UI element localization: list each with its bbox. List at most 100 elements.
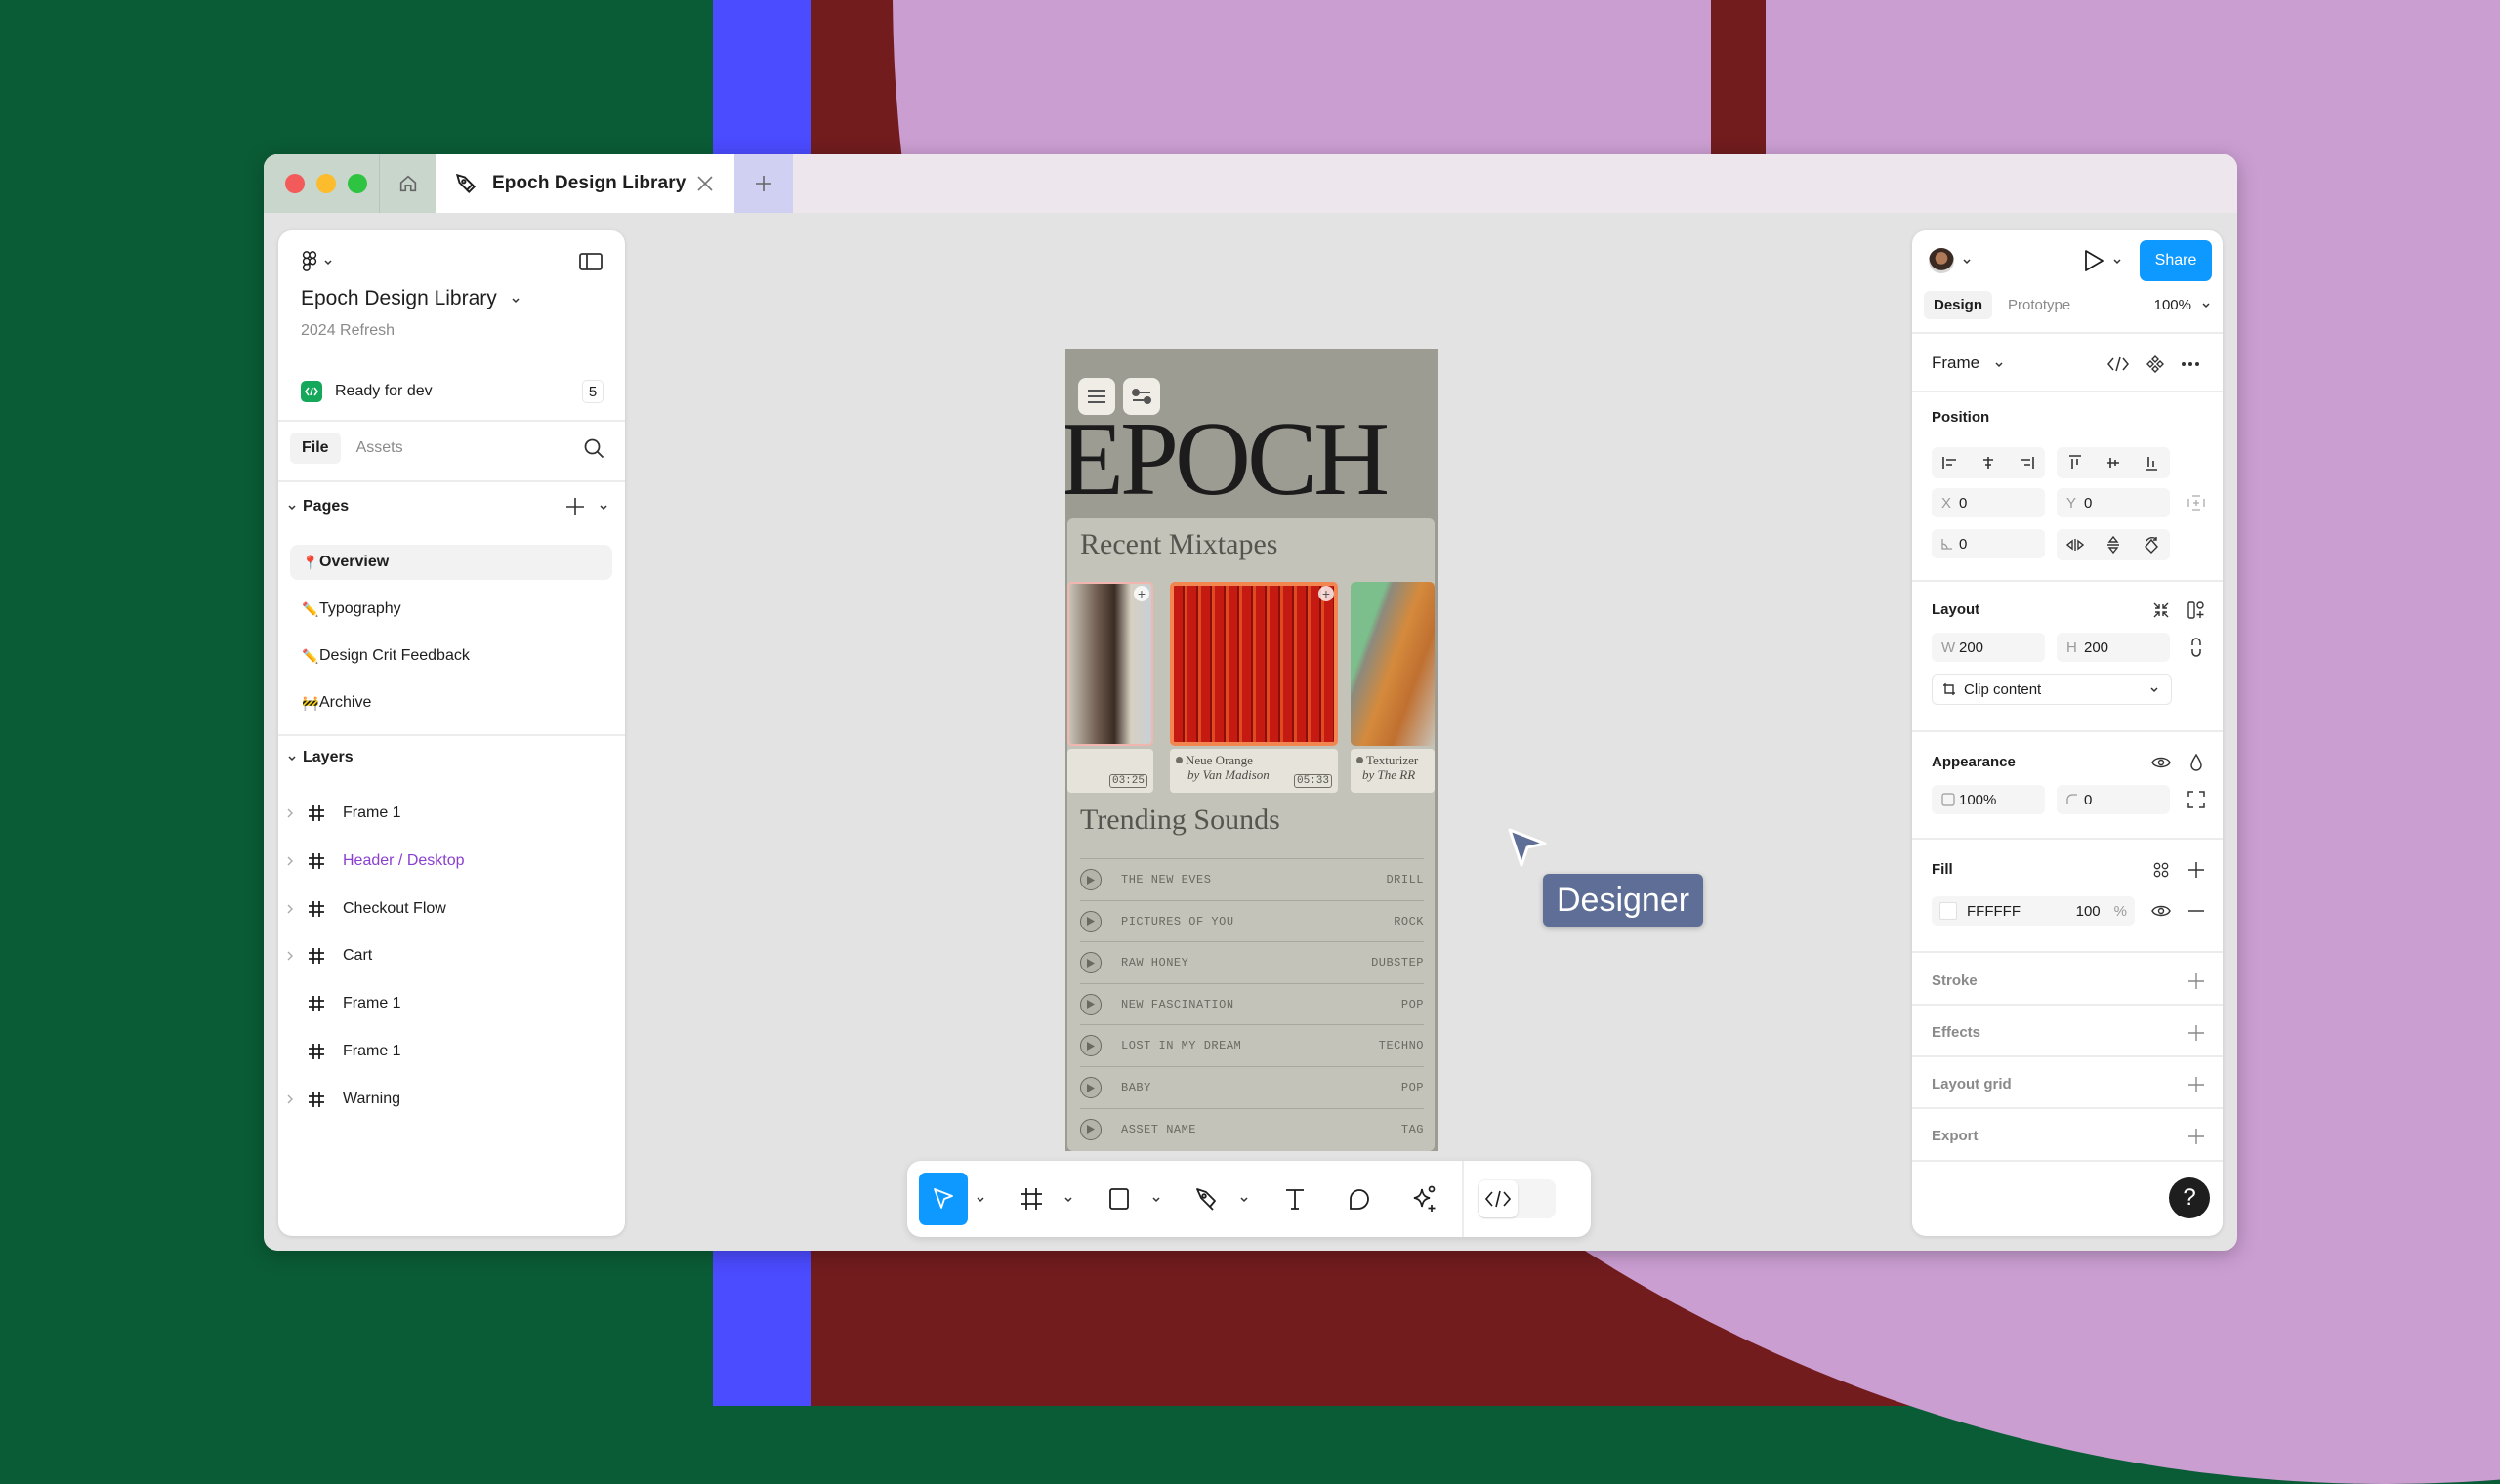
tab-design[interactable]: Design	[1924, 290, 1993, 319]
add-export-button[interactable]	[2186, 1126, 2207, 1147]
mixtape-card[interactable]: Texturizer by The RR	[1351, 582, 1435, 793]
add-icon[interactable]: +	[1134, 586, 1149, 601]
flip-vertical-button[interactable]	[2095, 529, 2133, 560]
constrain-proportions-button[interactable]	[2186, 637, 2207, 658]
layer-item[interactable]: Header / Desktop	[278, 845, 610, 878]
tab-file[interactable]: File	[290, 433, 341, 464]
chevron-right-icon[interactable]	[284, 1092, 296, 1106]
chevron-right-icon[interactable]	[284, 806, 296, 820]
auto-layout-button[interactable]	[2186, 599, 2207, 621]
layer-item[interactable]: Frame 1	[278, 1035, 610, 1068]
resize-to-fit-button[interactable]	[2150, 599, 2172, 621]
file-tab[interactable]: Epoch Design Library	[436, 154, 734, 213]
track-row[interactable]: ASSET NAME TAG	[1080, 1107, 1424, 1150]
zoom-level[interactable]: 100%	[2154, 297, 2191, 313]
toggle-sidebar-button[interactable]	[576, 248, 605, 275]
tab-assets[interactable]: Assets	[345, 433, 415, 464]
mixtape-card[interactable]: + 03:25	[1067, 582, 1153, 793]
page-item[interactable]: 📍 Overview	[290, 545, 612, 580]
comment-tool[interactable]	[1335, 1173, 1384, 1225]
play-button[interactable]	[1080, 1077, 1102, 1098]
move-tool-dropdown[interactable]	[974, 1192, 987, 1206]
move-tool[interactable]	[919, 1173, 968, 1225]
home-button[interactable]	[379, 154, 437, 213]
independent-corners-button[interactable]	[2186, 789, 2207, 810]
add-page-icon[interactable]	[564, 496, 586, 517]
chevron-down-icon[interactable]	[1994, 359, 2004, 369]
add-effect-button[interactable]	[2186, 1022, 2207, 1044]
page-item[interactable]: ✏️ Typography	[290, 592, 612, 627]
page-item[interactable]: 🚧 Archive	[290, 685, 612, 721]
align-middle-button[interactable]	[2095, 447, 2133, 478]
y-position-field[interactable]: Y 0	[2057, 488, 2170, 517]
chevron-right-icon[interactable]	[284, 902, 296, 916]
align-right-button[interactable]	[2007, 447, 2045, 478]
play-button[interactable]	[1080, 869, 1102, 890]
flip-horizontal-button[interactable]	[2057, 529, 2095, 560]
main-menu-button[interactable]	[296, 248, 339, 275]
layer-item[interactable]: Warning	[278, 1083, 610, 1116]
minimize-window-button[interactable]	[316, 174, 336, 193]
opacity-field[interactable]: 100%	[1932, 785, 2045, 814]
shape-tool-dropdown[interactable]	[1149, 1192, 1163, 1206]
chevron-down-icon[interactable]	[598, 501, 609, 513]
add-icon[interactable]: +	[1318, 586, 1334, 601]
track-row[interactable]: RAW HONEY DUBSTEP	[1080, 941, 1424, 983]
remove-fill-button[interactable]	[2186, 900, 2207, 922]
close-window-button[interactable]	[285, 174, 305, 193]
help-button[interactable]: ?	[2169, 1177, 2210, 1218]
code-view-button[interactable]	[2107, 353, 2129, 375]
actions-tool[interactable]	[1399, 1173, 1448, 1225]
align-bottom-button[interactable]	[2132, 447, 2170, 478]
share-button[interactable]: Share	[2140, 240, 2212, 281]
play-button[interactable]	[1080, 952, 1102, 974]
play-button[interactable]	[1080, 1035, 1102, 1057]
layer-item[interactable]: Frame 1	[278, 797, 610, 830]
play-button[interactable]	[1080, 1118, 1102, 1140]
search-icon[interactable]	[583, 437, 604, 459]
present-button[interactable]	[2078, 246, 2127, 275]
pen-tool[interactable]	[1183, 1173, 1231, 1225]
blend-mode-button[interactable]	[2186, 752, 2207, 773]
align-center-h-button[interactable]	[1970, 447, 2008, 478]
dev-mode-toggle[interactable]	[1478, 1179, 1556, 1218]
rotation-field[interactable]: 0	[1932, 529, 2045, 558]
add-fill-button[interactable]	[2186, 859, 2207, 881]
project-title[interactable]: Epoch Design Library	[301, 287, 521, 310]
page-item[interactable]: ✏️ Design Crit Feedback	[290, 639, 612, 674]
design-frame[interactable]: EPOCH Recent Mixtapes + 03:25 + Neue Ora…	[1065, 349, 1438, 1151]
user-menu[interactable]	[1926, 246, 1975, 275]
text-tool[interactable]	[1271, 1173, 1319, 1225]
selection-type[interactable]: Frame	[1932, 353, 1979, 373]
width-field[interactable]: W 200	[1932, 633, 2045, 662]
track-row[interactable]: BABY POP	[1080, 1066, 1424, 1108]
chevron-right-icon[interactable]	[284, 854, 296, 868]
close-tab-icon[interactable]	[695, 174, 715, 193]
visibility-toggle[interactable]	[2150, 752, 2172, 773]
clip-content-dropdown[interactable]: Clip content	[1932, 674, 2172, 705]
play-button[interactable]	[1080, 993, 1102, 1015]
track-row[interactable]: LOST IN MY DREAM TECHNO	[1080, 1024, 1424, 1066]
ready-for-dev-row[interactable]: Ready for dev 5	[301, 377, 604, 406]
corner-radius-field[interactable]: 0	[2057, 785, 2170, 814]
mixtape-card[interactable]: + Neue Orange by Van Madison 05:33	[1170, 582, 1338, 793]
track-row[interactable]: NEW FASCINATION POP	[1080, 982, 1424, 1025]
height-field[interactable]: H 200	[2057, 633, 2170, 662]
fill-visibility-toggle[interactable]	[2150, 900, 2172, 922]
rectangle-tool[interactable]	[1095, 1173, 1144, 1225]
maximize-window-button[interactable]	[348, 174, 367, 193]
align-left-button[interactable]	[1932, 447, 1970, 478]
styles-button[interactable]	[2150, 859, 2172, 881]
new-tab-button[interactable]	[734, 154, 793, 213]
pen-tool-dropdown[interactable]	[1237, 1192, 1251, 1206]
frame-tool[interactable]	[1007, 1173, 1056, 1225]
add-layout-grid-button[interactable]	[2186, 1074, 2207, 1095]
rotate-button[interactable]	[2132, 529, 2170, 560]
more-options-button[interactable]	[2180, 353, 2201, 375]
tab-prototype[interactable]: Prototype	[1998, 291, 2080, 319]
chevron-right-icon[interactable]	[284, 949, 296, 963]
layers-section-header[interactable]: Layers	[278, 743, 625, 772]
component-button[interactable]	[2145, 353, 2166, 375]
layer-item[interactable]: Checkout Flow	[278, 892, 610, 926]
chevron-down-icon[interactable]	[2201, 300, 2211, 309]
